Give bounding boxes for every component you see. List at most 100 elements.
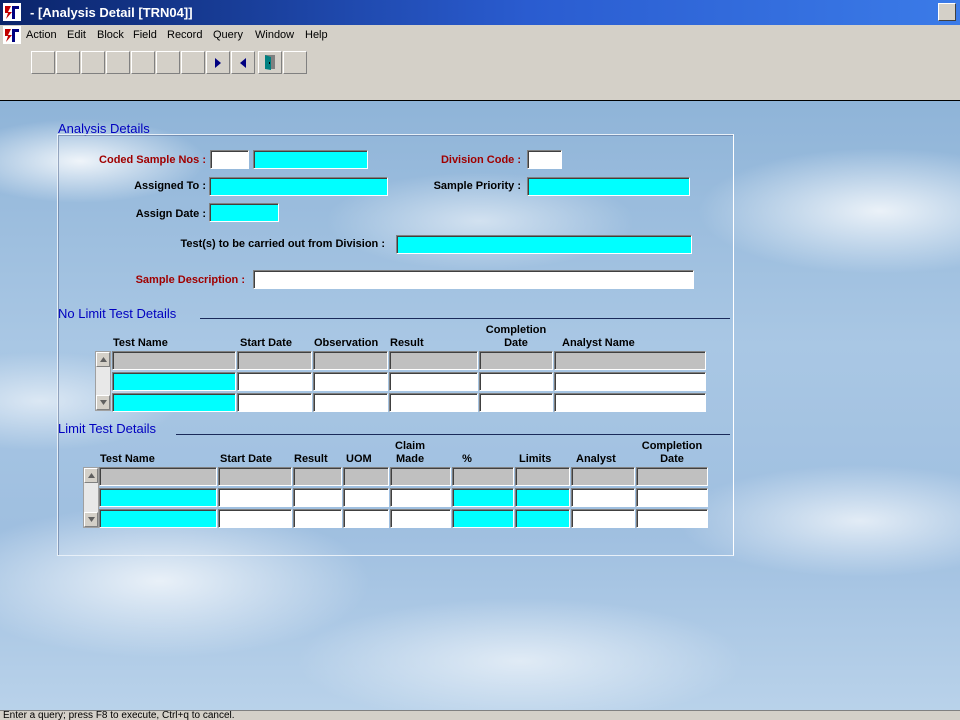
table-cell[interactable] — [389, 393, 478, 412]
table-cell[interactable] — [515, 467, 570, 486]
table-cell[interactable] — [343, 488, 389, 507]
scroll-up-button[interactable] — [96, 352, 110, 367]
section-divider — [200, 318, 730, 319]
limit-test-details-title: Limit Test Details — [58, 421, 157, 436]
col-header-completion: Completion — [485, 324, 547, 336]
previous-record-icon — [240, 58, 246, 68]
table-cell[interactable] — [390, 488, 451, 507]
form-icon[interactable] — [3, 26, 21, 44]
scroll-down-button[interactable] — [84, 512, 98, 527]
menu-record[interactable]: Record — [167, 29, 202, 41]
scroll-down-button[interactable] — [96, 395, 110, 410]
table-cell[interactable] — [313, 393, 388, 412]
col-header-claim-made: Made — [395, 453, 425, 465]
table-cell[interactable] — [554, 351, 706, 370]
table-cell[interactable] — [636, 467, 708, 486]
table-cell-percent[interactable] — [452, 509, 514, 528]
col-header-completion: Completion — [641, 440, 703, 452]
toolbar — [0, 45, 960, 101]
table-cell[interactable] — [343, 467, 389, 486]
table-cell-limits[interactable] — [515, 488, 570, 507]
table-cell-test-name[interactable] — [112, 372, 236, 391]
table-cell[interactable] — [389, 372, 478, 391]
table-cell[interactable] — [390, 509, 451, 528]
table-cell[interactable] — [636, 488, 708, 507]
menu-field[interactable]: Field — [133, 29, 157, 41]
tests-from-division-field[interactable] — [396, 235, 692, 254]
coded-sample-nos-field-2[interactable] — [253, 150, 368, 169]
table-cell[interactable] — [343, 509, 389, 528]
coded-sample-nos-field-1[interactable] — [210, 150, 249, 169]
table-cell[interactable] — [313, 351, 388, 370]
table-cell[interactable] — [293, 488, 342, 507]
assigned-to-field[interactable] — [209, 177, 388, 196]
scroll-down-icon — [100, 400, 107, 405]
table-cell[interactable] — [313, 372, 388, 391]
table-cell[interactable] — [554, 393, 706, 412]
table-cell-test-name[interactable] — [99, 509, 217, 528]
col-header-analyst-name: Analyst Name — [562, 337, 635, 349]
previous-record-button[interactable] — [231, 51, 255, 74]
table-cell[interactable] — [571, 509, 635, 528]
limit-scrollbar[interactable] — [83, 467, 99, 528]
division-code-field[interactable] — [527, 150, 562, 169]
sample-description-field[interactable] — [253, 270, 694, 289]
menu-query[interactable]: Query — [213, 29, 243, 41]
toolbar-button-1[interactable] — [31, 51, 55, 74]
division-code-label: Division Code : — [440, 154, 521, 166]
table-cell[interactable] — [389, 351, 478, 370]
toolbar-button-3[interactable] — [81, 51, 105, 74]
status-bar: Enter a query; press F8 to execute, Ctrl… — [0, 710, 960, 720]
table-cell[interactable] — [99, 467, 217, 486]
table-cell[interactable] — [237, 393, 312, 412]
exit-button[interactable] — [258, 51, 282, 74]
toolbar-button-6[interactable] — [156, 51, 180, 74]
sample-priority-label: Sample Priority : — [433, 180, 521, 192]
table-cell[interactable] — [479, 372, 553, 391]
toolbar-button-7[interactable] — [181, 51, 205, 74]
col-header-result: Result — [294, 453, 328, 465]
table-cell[interactable] — [293, 509, 342, 528]
table-cell[interactable] — [112, 351, 236, 370]
menu-block[interactable]: Block — [97, 29, 124, 41]
table-cell[interactable] — [479, 351, 553, 370]
table-cell[interactable] — [390, 467, 451, 486]
table-cell-test-name[interactable] — [99, 488, 217, 507]
assign-date-field[interactable] — [209, 203, 279, 222]
table-cell[interactable] — [554, 372, 706, 391]
col-header-observation: Observation — [314, 337, 379, 349]
menu-help[interactable]: Help — [305, 29, 328, 41]
table-cell-percent[interactable] — [452, 488, 514, 507]
table-cell[interactable] — [636, 509, 708, 528]
toolbar-button-5[interactable] — [131, 51, 155, 74]
table-cell[interactable] — [293, 467, 342, 486]
col-header-test-name: Test Name — [100, 453, 155, 465]
sample-description-label: Sample Description : — [135, 274, 245, 286]
no-limit-scrollbar[interactable] — [95, 351, 111, 411]
table-cell[interactable] — [218, 488, 292, 507]
sample-priority-field[interactable] — [527, 177, 690, 196]
table-cell[interactable] — [571, 488, 635, 507]
menu-window[interactable]: Window — [255, 29, 294, 41]
table-cell[interactable] — [218, 509, 292, 528]
assign-date-label: Assign Date : — [135, 208, 206, 220]
scroll-up-icon — [88, 473, 95, 478]
table-cell[interactable] — [452, 467, 514, 486]
table-cell[interactable] — [479, 393, 553, 412]
table-cell-limits[interactable] — [515, 509, 570, 528]
oracle-forms-app-icon[interactable] — [3, 3, 21, 21]
table-cell[interactable] — [237, 372, 312, 391]
menu-edit[interactable]: Edit — [67, 29, 86, 41]
window-control-button[interactable] — [938, 3, 956, 21]
col-header-uom: UOM — [346, 453, 372, 465]
menu-action[interactable]: Action — [26, 29, 57, 41]
table-cell[interactable] — [237, 351, 312, 370]
table-cell[interactable] — [571, 467, 635, 486]
next-record-button[interactable] — [206, 51, 230, 74]
scroll-up-button[interactable] — [84, 468, 98, 483]
table-cell-test-name[interactable] — [112, 393, 236, 412]
toolbar-button-blank-end[interactable] — [283, 51, 307, 74]
toolbar-button-2[interactable] — [56, 51, 80, 74]
table-cell[interactable] — [218, 467, 292, 486]
toolbar-button-4[interactable] — [106, 51, 130, 74]
